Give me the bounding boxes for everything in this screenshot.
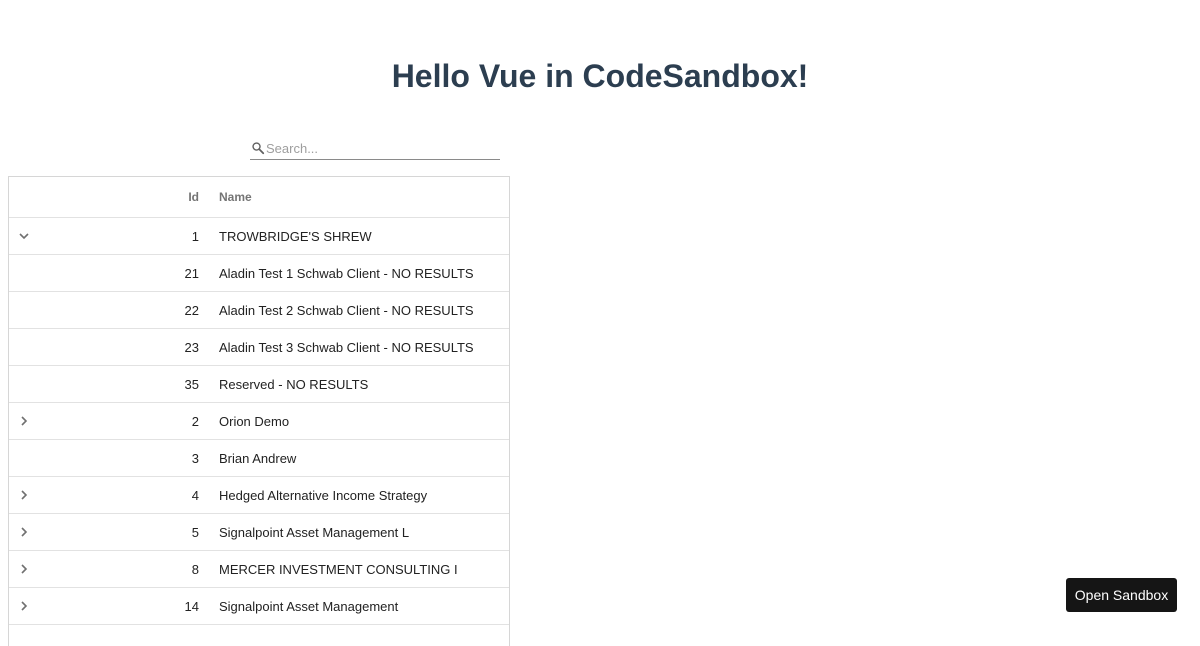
row-id: 8	[191, 561, 199, 577]
table-row[interactable]: 2 Orion Demo	[9, 403, 509, 440]
table-row[interactable]: 35 Reserved - NO RESULTS	[9, 366, 509, 403]
header-id[interactable]: Id	[39, 190, 199, 204]
row-id: 1	[191, 228, 199, 244]
row-id: 21	[184, 265, 199, 281]
row-name: Aladin Test 2 Schwab Client - NO RESULTS	[219, 302, 474, 318]
row-expander[interactable]	[9, 563, 39, 575]
row-name: Hedged Alternative Income Strategy	[219, 487, 428, 503]
chevron-right-icon[interactable]	[18, 600, 30, 612]
row-id: 5	[191, 524, 199, 540]
data-table: Id Name 1 TROWBRIDGE'S SHREW 21 Aladin T…	[8, 176, 510, 646]
row-name: MERCER INVESTMENT CONSULTING I	[219, 561, 458, 577]
row-name: Aladin Test 1 Schwab Client - NO RESULTS	[219, 265, 474, 281]
chevron-right-icon[interactable]	[18, 563, 30, 575]
table-row[interactable]: 21 Aladin Test 1 Schwab Client - NO RESU…	[9, 255, 509, 292]
header-name[interactable]: Name	[199, 190, 509, 204]
row-id: 3	[191, 450, 199, 466]
table-row[interactable]: 8 MERCER INVESTMENT CONSULTING I	[9, 551, 509, 588]
row-name: Aladin Test 3 Schwab Client - NO RESULTS	[219, 339, 474, 355]
row-name: Brian Andrew	[219, 450, 297, 466]
table-row[interactable]: 14 Signalpoint Asset Management	[9, 588, 509, 625]
row-expander[interactable]	[9, 489, 39, 501]
row-expander[interactable]	[9, 526, 39, 538]
chevron-right-icon[interactable]	[18, 526, 30, 538]
table-row[interactable]: 3 Brian Andrew	[9, 440, 509, 477]
row-id: 2	[191, 413, 199, 429]
row-id: 4	[191, 487, 199, 503]
search-icon	[252, 142, 265, 155]
row-expander[interactable]	[9, 230, 39, 242]
row-id: 14	[184, 598, 199, 614]
row-name: Signalpoint Asset Management L	[219, 524, 410, 540]
search-input[interactable]	[266, 138, 496, 158]
open-sandbox-button[interactable]: Open Sandbox	[1066, 578, 1177, 612]
row-name: Signalpoint Asset Management	[219, 598, 399, 614]
chevron-down-icon[interactable]	[18, 230, 30, 242]
row-name: Reserved - NO RESULTS	[219, 376, 369, 392]
row-id: 23	[184, 339, 199, 355]
table-row[interactable]: 23 Aladin Test 3 Schwab Client - NO RESU…	[9, 329, 509, 366]
table-row[interactable]: 22 Aladin Test 2 Schwab Client - NO RESU…	[9, 292, 509, 329]
chevron-right-icon[interactable]	[18, 489, 30, 501]
row-name: Orion Demo	[219, 413, 290, 429]
chevron-right-icon[interactable]	[18, 415, 30, 427]
row-id: 35	[184, 376, 199, 392]
row-name: TROWBRIDGE'S SHREW	[219, 228, 372, 244]
search-box[interactable]	[250, 138, 500, 160]
row-expander[interactable]	[9, 600, 39, 612]
table-row[interactable]: 5 Signalpoint Asset Management L	[9, 514, 509, 551]
table-row[interactable]: 1 TROWBRIDGE'S SHREW	[9, 218, 509, 255]
row-expander[interactable]	[9, 415, 39, 427]
table-header: Id Name	[9, 177, 509, 218]
page-title: Hello Vue in CodeSandbox!	[391, 58, 809, 94]
table-row[interactable]: 4 Hedged Alternative Income Strategy	[9, 477, 509, 514]
row-id: 22	[184, 302, 199, 318]
